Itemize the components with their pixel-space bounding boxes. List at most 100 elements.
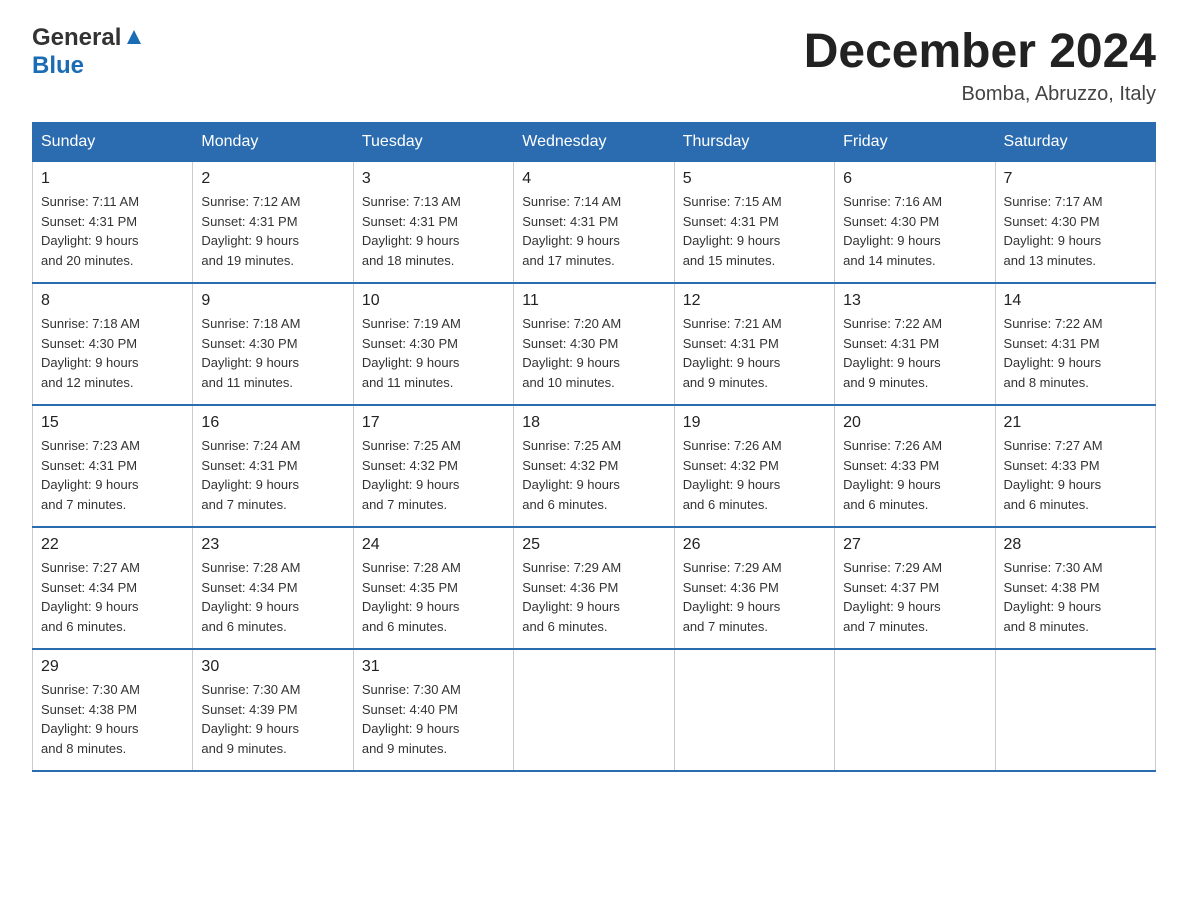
day-number: 2 bbox=[201, 170, 344, 188]
day-number: 10 bbox=[362, 292, 505, 310]
header-friday: Friday bbox=[835, 123, 995, 162]
calendar-cell: 11 Sunrise: 7:20 AM Sunset: 4:30 PM Dayl… bbox=[514, 283, 674, 405]
header-monday: Monday bbox=[193, 123, 353, 162]
day-number: 8 bbox=[41, 292, 184, 310]
day-number: 20 bbox=[843, 414, 986, 432]
calendar-cell bbox=[514, 649, 674, 771]
day-number: 27 bbox=[843, 536, 986, 554]
day-info: Sunrise: 7:28 AM Sunset: 4:34 PM Dayligh… bbox=[201, 558, 344, 636]
calendar-week-2: 8 Sunrise: 7:18 AM Sunset: 4:30 PM Dayli… bbox=[33, 283, 1156, 405]
calendar-cell: 30 Sunrise: 7:30 AM Sunset: 4:39 PM Dayl… bbox=[193, 649, 353, 771]
day-number: 16 bbox=[201, 414, 344, 432]
day-info: Sunrise: 7:22 AM Sunset: 4:31 PM Dayligh… bbox=[1004, 314, 1147, 392]
calendar-table: Sunday Monday Tuesday Wednesday Thursday… bbox=[32, 122, 1156, 772]
day-info: Sunrise: 7:27 AM Sunset: 4:34 PM Dayligh… bbox=[41, 558, 184, 636]
day-number: 6 bbox=[843, 170, 986, 188]
logo-blue-text: Blue bbox=[32, 52, 84, 79]
day-info: Sunrise: 7:17 AM Sunset: 4:30 PM Dayligh… bbox=[1004, 192, 1147, 270]
day-info: Sunrise: 7:23 AM Sunset: 4:31 PM Dayligh… bbox=[41, 436, 184, 514]
day-number: 14 bbox=[1004, 292, 1147, 310]
day-info: Sunrise: 7:15 AM Sunset: 4:31 PM Dayligh… bbox=[683, 192, 826, 270]
calendar-week-3: 15 Sunrise: 7:23 AM Sunset: 4:31 PM Dayl… bbox=[33, 405, 1156, 527]
day-info: Sunrise: 7:30 AM Sunset: 4:38 PM Dayligh… bbox=[1004, 558, 1147, 636]
calendar-cell bbox=[835, 649, 995, 771]
header-sunday: Sunday bbox=[33, 123, 193, 162]
day-number: 13 bbox=[843, 292, 986, 310]
calendar-cell: 24 Sunrise: 7:28 AM Sunset: 4:35 PM Dayl… bbox=[353, 527, 513, 649]
day-number: 15 bbox=[41, 414, 184, 432]
day-number: 31 bbox=[362, 658, 505, 676]
day-info: Sunrise: 7:13 AM Sunset: 4:31 PM Dayligh… bbox=[362, 192, 505, 270]
calendar-week-4: 22 Sunrise: 7:27 AM Sunset: 4:34 PM Dayl… bbox=[33, 527, 1156, 649]
day-info: Sunrise: 7:29 AM Sunset: 4:36 PM Dayligh… bbox=[522, 558, 665, 636]
calendar-cell: 9 Sunrise: 7:18 AM Sunset: 4:30 PM Dayli… bbox=[193, 283, 353, 405]
header-tuesday: Tuesday bbox=[353, 123, 513, 162]
day-number: 3 bbox=[362, 170, 505, 188]
title-section: December 2024 Bomba, Abruzzo, Italy bbox=[804, 24, 1156, 106]
calendar-cell: 19 Sunrise: 7:26 AM Sunset: 4:32 PM Dayl… bbox=[674, 405, 834, 527]
day-number: 1 bbox=[41, 170, 184, 188]
calendar-cell: 21 Sunrise: 7:27 AM Sunset: 4:33 PM Dayl… bbox=[995, 405, 1155, 527]
calendar-cell: 28 Sunrise: 7:30 AM Sunset: 4:38 PM Dayl… bbox=[995, 527, 1155, 649]
calendar-cell: 26 Sunrise: 7:29 AM Sunset: 4:36 PM Dayl… bbox=[674, 527, 834, 649]
day-info: Sunrise: 7:26 AM Sunset: 4:32 PM Dayligh… bbox=[683, 436, 826, 514]
calendar-cell: 12 Sunrise: 7:21 AM Sunset: 4:31 PM Dayl… bbox=[674, 283, 834, 405]
day-info: Sunrise: 7:30 AM Sunset: 4:38 PM Dayligh… bbox=[41, 680, 184, 758]
day-info: Sunrise: 7:24 AM Sunset: 4:31 PM Dayligh… bbox=[201, 436, 344, 514]
calendar-cell: 16 Sunrise: 7:24 AM Sunset: 4:31 PM Dayl… bbox=[193, 405, 353, 527]
day-info: Sunrise: 7:28 AM Sunset: 4:35 PM Dayligh… bbox=[362, 558, 505, 636]
day-info: Sunrise: 7:30 AM Sunset: 4:39 PM Dayligh… bbox=[201, 680, 344, 758]
day-info: Sunrise: 7:25 AM Sunset: 4:32 PM Dayligh… bbox=[522, 436, 665, 514]
logo: General Blue bbox=[32, 24, 145, 80]
day-number: 26 bbox=[683, 536, 826, 554]
calendar-cell bbox=[995, 649, 1155, 771]
day-info: Sunrise: 7:29 AM Sunset: 4:37 PM Dayligh… bbox=[843, 558, 986, 636]
calendar-cell: 14 Sunrise: 7:22 AM Sunset: 4:31 PM Dayl… bbox=[995, 283, 1155, 405]
calendar-cell: 20 Sunrise: 7:26 AM Sunset: 4:33 PM Dayl… bbox=[835, 405, 995, 527]
day-number: 24 bbox=[362, 536, 505, 554]
day-number: 12 bbox=[683, 292, 826, 310]
calendar-cell: 4 Sunrise: 7:14 AM Sunset: 4:31 PM Dayli… bbox=[514, 162, 674, 284]
calendar-week-1: 1 Sunrise: 7:11 AM Sunset: 4:31 PM Dayli… bbox=[33, 162, 1156, 284]
day-number: 18 bbox=[522, 414, 665, 432]
calendar-cell: 31 Sunrise: 7:30 AM Sunset: 4:40 PM Dayl… bbox=[353, 649, 513, 771]
day-number: 19 bbox=[683, 414, 826, 432]
day-number: 22 bbox=[41, 536, 184, 554]
calendar-cell: 15 Sunrise: 7:23 AM Sunset: 4:31 PM Dayl… bbox=[33, 405, 193, 527]
calendar-cell: 25 Sunrise: 7:29 AM Sunset: 4:36 PM Dayl… bbox=[514, 527, 674, 649]
day-number: 21 bbox=[1004, 414, 1147, 432]
day-info: Sunrise: 7:21 AM Sunset: 4:31 PM Dayligh… bbox=[683, 314, 826, 392]
logo-general-text: General bbox=[32, 24, 121, 52]
header-wednesday: Wednesday bbox=[514, 123, 674, 162]
day-number: 17 bbox=[362, 414, 505, 432]
logo-triangle-icon bbox=[123, 26, 145, 48]
calendar-cell: 17 Sunrise: 7:25 AM Sunset: 4:32 PM Dayl… bbox=[353, 405, 513, 527]
calendar-cell: 5 Sunrise: 7:15 AM Sunset: 4:31 PM Dayli… bbox=[674, 162, 834, 284]
day-info: Sunrise: 7:25 AM Sunset: 4:32 PM Dayligh… bbox=[362, 436, 505, 514]
day-number: 25 bbox=[522, 536, 665, 554]
day-number: 30 bbox=[201, 658, 344, 676]
header-thursday: Thursday bbox=[674, 123, 834, 162]
day-info: Sunrise: 7:29 AM Sunset: 4:36 PM Dayligh… bbox=[683, 558, 826, 636]
calendar-cell: 1 Sunrise: 7:11 AM Sunset: 4:31 PM Dayli… bbox=[33, 162, 193, 284]
day-info: Sunrise: 7:18 AM Sunset: 4:30 PM Dayligh… bbox=[201, 314, 344, 392]
calendar-cell: 6 Sunrise: 7:16 AM Sunset: 4:30 PM Dayli… bbox=[835, 162, 995, 284]
day-info: Sunrise: 7:22 AM Sunset: 4:31 PM Dayligh… bbox=[843, 314, 986, 392]
day-info: Sunrise: 7:26 AM Sunset: 4:33 PM Dayligh… bbox=[843, 436, 986, 514]
calendar-cell: 23 Sunrise: 7:28 AM Sunset: 4:34 PM Dayl… bbox=[193, 527, 353, 649]
calendar-cell: 8 Sunrise: 7:18 AM Sunset: 4:30 PM Dayli… bbox=[33, 283, 193, 405]
day-number: 11 bbox=[522, 292, 665, 310]
calendar-cell: 7 Sunrise: 7:17 AM Sunset: 4:30 PM Dayli… bbox=[995, 162, 1155, 284]
day-info: Sunrise: 7:18 AM Sunset: 4:30 PM Dayligh… bbox=[41, 314, 184, 392]
calendar-cell: 10 Sunrise: 7:19 AM Sunset: 4:30 PM Dayl… bbox=[353, 283, 513, 405]
header-saturday: Saturday bbox=[995, 123, 1155, 162]
day-number: 28 bbox=[1004, 536, 1147, 554]
day-number: 29 bbox=[41, 658, 184, 676]
day-number: 4 bbox=[522, 170, 665, 188]
day-info: Sunrise: 7:12 AM Sunset: 4:31 PM Dayligh… bbox=[201, 192, 344, 270]
header-row: Sunday Monday Tuesday Wednesday Thursday… bbox=[33, 123, 1156, 162]
calendar-title: December 2024 bbox=[804, 24, 1156, 79]
day-info: Sunrise: 7:27 AM Sunset: 4:33 PM Dayligh… bbox=[1004, 436, 1147, 514]
calendar-cell: 27 Sunrise: 7:29 AM Sunset: 4:37 PM Dayl… bbox=[835, 527, 995, 649]
day-info: Sunrise: 7:14 AM Sunset: 4:31 PM Dayligh… bbox=[522, 192, 665, 270]
